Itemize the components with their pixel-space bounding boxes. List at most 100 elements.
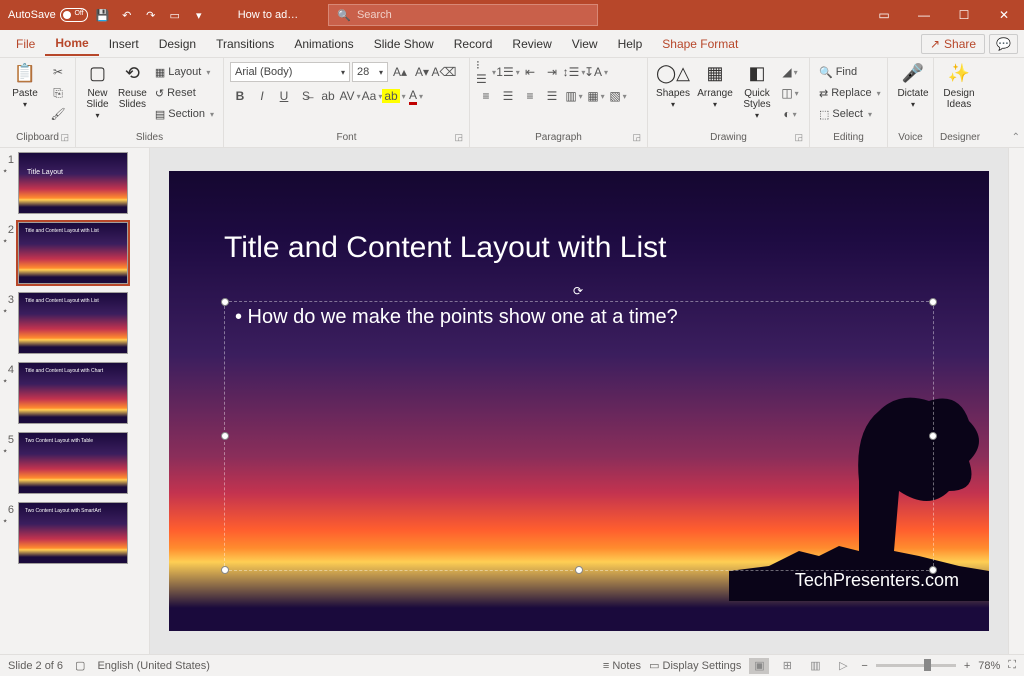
undo-icon[interactable]: ↶ [118, 6, 136, 24]
highlight-icon[interactable]: ab [384, 86, 404, 106]
thumbnail-5[interactable]: 5⋆ Two Content Layout with Table [2, 432, 147, 494]
underline-icon[interactable]: U [274, 86, 294, 106]
columns-icon[interactable]: ▥ [564, 86, 584, 106]
normal-view-icon[interactable]: ▣ [749, 658, 769, 674]
collapse-ribbon-icon[interactable]: ⌃ [1012, 132, 1020, 143]
vertical-scrollbar[interactable] [1008, 148, 1024, 654]
bullet-text[interactable]: • How do we make the points show one at … [235, 306, 923, 329]
drawing-launcher-icon[interactable]: ◲ [794, 132, 803, 143]
maximize-icon[interactable]: ☐ [944, 0, 984, 30]
fit-window-icon[interactable]: ⛶ [1008, 659, 1016, 672]
shadow-icon[interactable]: ab [318, 86, 338, 106]
autosave-toggle[interactable]: AutoSave Off [8, 8, 88, 22]
close-icon[interactable]: ✕ [984, 0, 1024, 30]
qat-dropdown-icon[interactable]: ▾ [190, 6, 208, 24]
arrange-button[interactable]: ▦Arrange▾ [696, 62, 734, 110]
zoom-slider[interactable] [876, 664, 956, 667]
ribbon-display-icon[interactable]: ▭ [864, 0, 904, 30]
shape-outline-icon[interactable]: ◫ [780, 83, 800, 103]
line-spacing-icon[interactable]: ↕☰ [564, 62, 584, 82]
clipboard-launcher-icon[interactable]: ◲ [60, 132, 69, 143]
display-settings-button[interactable]: ▭ Display Settings [649, 659, 741, 672]
find-button[interactable]: 🔍Find [816, 62, 881, 82]
language-indicator[interactable]: English (United States) [97, 660, 210, 672]
indent-increase-icon[interactable]: ⇥ [542, 62, 562, 82]
thumbnail-4[interactable]: 4⋆ Title and Content Layout with Chart [2, 362, 147, 424]
slide-editor[interactable]: Title and Content Layout with List ⟳ • H… [150, 148, 1008, 654]
dictate-button[interactable]: 🎤Dictate▾ [894, 62, 932, 110]
layout-dropdown[interactable]: ▦Layout [152, 62, 217, 82]
menu-home[interactable]: Home [45, 32, 98, 56]
thumbnail-2[interactable]: 2⋆ Title and Content Layout with List [2, 222, 147, 284]
cut-icon[interactable]: ✂ [48, 62, 68, 82]
minimize-icon[interactable]: — [904, 0, 944, 30]
replace-button[interactable]: ⇄Replace [816, 83, 881, 103]
justify-icon[interactable]: ☰ [542, 86, 562, 106]
indent-decrease-icon[interactable]: ⇤ [520, 62, 540, 82]
font-launcher-icon[interactable]: ◲ [454, 132, 463, 143]
handle-tr[interactable] [929, 298, 937, 306]
content-placeholder[interactable]: ⟳ • How do we make the points show one a… [224, 301, 934, 571]
zoom-in-icon[interactable]: + [964, 660, 970, 672]
zoom-level[interactable]: 78% [978, 660, 1000, 672]
comments-button[interactable]: 💬 [989, 34, 1018, 54]
align-center-icon[interactable]: ☰ [498, 86, 518, 106]
bullets-icon[interactable]: ⁝☰ [476, 62, 496, 82]
menu-insert[interactable]: Insert [99, 33, 149, 55]
italic-icon[interactable]: I [252, 86, 272, 106]
paragraph-launcher-icon[interactable]: ◲ [632, 132, 641, 143]
increase-font-icon[interactable]: A▴ [390, 62, 410, 82]
clear-format-icon[interactable]: A⌫ [434, 62, 454, 82]
search-input[interactable]: 🔍 Search [328, 4, 598, 26]
reuse-slides-button[interactable]: ⟲ Reuse Slides [117, 62, 148, 110]
select-button[interactable]: ⬚Select [816, 104, 881, 124]
shape-fill-icon[interactable]: ◢ [780, 62, 800, 82]
redo-icon[interactable]: ↷ [142, 6, 160, 24]
sorter-view-icon[interactable]: ⊞ [777, 658, 797, 674]
font-size-select[interactable]: 28▾ [352, 62, 388, 82]
menu-shape-format[interactable]: Shape Format [652, 33, 748, 55]
reading-view-icon[interactable]: ▥ [805, 658, 825, 674]
handle-mr[interactable] [929, 432, 937, 440]
align-right-icon[interactable]: ≡ [520, 86, 540, 106]
design-ideas-button[interactable]: ✨Design Ideas [940, 62, 978, 110]
strike-icon[interactable]: S̶ [296, 86, 316, 106]
thumbnail-1[interactable]: 1⋆ Title Layout [2, 152, 147, 214]
change-case-icon[interactable]: Aa [362, 86, 382, 106]
handle-bm[interactable] [575, 566, 583, 574]
text-direction-icon[interactable]: ↧A [586, 62, 606, 82]
decrease-font-icon[interactable]: A▾ [412, 62, 432, 82]
align-left-icon[interactable]: ≡ [476, 86, 496, 106]
new-slide-button[interactable]: ▢ New Slide▾ [82, 62, 113, 121]
char-spacing-icon[interactable]: AV [340, 86, 360, 106]
thumbnail-6[interactable]: 6⋆ Two Content Layout with SmartArt [2, 502, 147, 564]
menu-review[interactable]: Review [502, 33, 561, 55]
menu-file[interactable]: File [6, 33, 45, 55]
shapes-button[interactable]: ◯△Shapes▾ [654, 62, 692, 110]
font-color-icon[interactable]: A [406, 86, 426, 106]
align-text-icon[interactable]: ▦ [586, 86, 606, 106]
font-name-select[interactable]: Arial (Body)▾ [230, 62, 350, 82]
numbering-icon[interactable]: 1☰ [498, 62, 518, 82]
spellcheck-icon[interactable]: ▢ [75, 659, 85, 672]
handle-bl[interactable] [221, 566, 229, 574]
handle-ml[interactable] [221, 432, 229, 440]
present-icon[interactable]: ▭ [166, 6, 184, 24]
slide-title[interactable]: Title and Content Layout with List [224, 231, 666, 265]
copy-icon[interactable]: ⎘ [48, 83, 68, 103]
reset-button[interactable]: ↺Reset [152, 83, 217, 103]
menu-transitions[interactable]: Transitions [206, 33, 284, 55]
rotate-handle-icon[interactable]: ⟳ [573, 284, 585, 296]
shape-effects-icon[interactable]: ◐ [780, 104, 800, 124]
section-dropdown[interactable]: ▤Section [152, 104, 217, 124]
quick-styles-button[interactable]: ◧Quick Styles▾ [738, 62, 776, 121]
zoom-out-icon[interactable]: − [861, 660, 867, 672]
slide-canvas[interactable]: Title and Content Layout with List ⟳ • H… [169, 171, 989, 631]
paste-button[interactable]: 📋 Paste▾ [6, 62, 44, 110]
menu-record[interactable]: Record [444, 33, 503, 55]
share-button[interactable]: ↗Share [921, 34, 985, 54]
save-icon[interactable]: 💾 [94, 6, 112, 24]
format-painter-icon[interactable]: 🖌 [48, 104, 68, 124]
notes-button[interactable]: ≡ Notes [603, 660, 641, 672]
menu-view[interactable]: View [562, 33, 608, 55]
